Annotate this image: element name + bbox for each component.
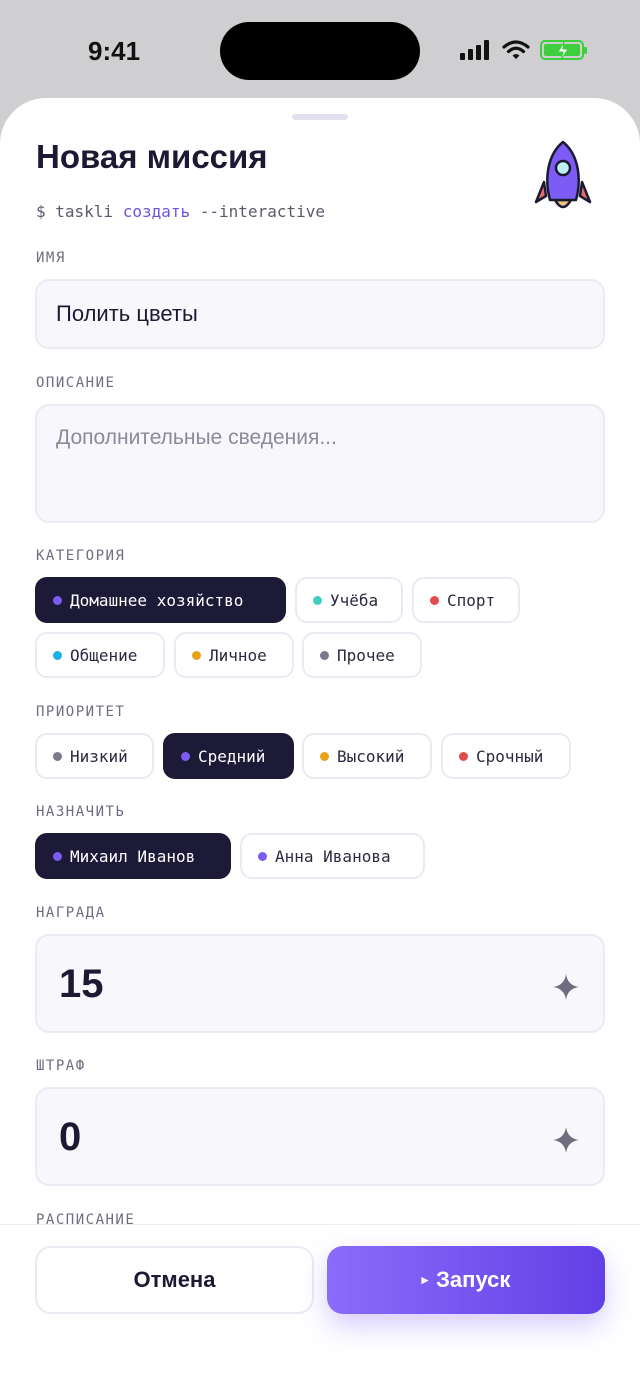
category-chip-sport[interactable]: Спорт <box>412 577 520 623</box>
status-bar: 9:41 <box>0 0 640 100</box>
wifi-icon <box>502 40 530 59</box>
new-mission-sheet: Новая миссия $ taskli создать --interact… <box>0 98 640 1391</box>
assignee-chip-mikhail[interactable]: Михаил Иванов <box>35 833 231 879</box>
penalty-value: 0 <box>59 1115 82 1159</box>
description-input[interactable]: Дополнительные сведения... <box>35 404 605 523</box>
cli-command: $ taskli создать --interactive <box>36 202 325 221</box>
cli-verb: создать <box>122 202 191 221</box>
page-title: Новая миссия <box>36 138 268 175</box>
play-icon: ▸ <box>421 1272 429 1287</box>
priority-chip-low[interactable]: Низкий <box>35 733 154 779</box>
sheet-handle[interactable] <box>292 114 348 120</box>
chip-label: Низкий <box>70 746 128 766</box>
priority-dot <box>320 751 329 761</box>
priority-label: ПРИОРИТЕТ <box>36 704 126 720</box>
category-dot <box>53 595 62 605</box>
footer-actions: Отмена ▸ Запуск <box>0 1224 640 1391</box>
assignee-label: НАЗНАЧИТЬ <box>36 804 126 820</box>
cancel-button[interactable]: Отмена <box>35 1246 314 1314</box>
chip-label: Михаил Иванов <box>70 846 196 866</box>
category-chip-study[interactable]: Учёба <box>295 577 403 623</box>
launch-button[interactable]: ▸ Запуск <box>327 1246 605 1314</box>
sparkle-icon <box>553 1127 579 1153</box>
chip-label: Анна Иванова <box>275 846 391 866</box>
status-icons <box>460 40 587 61</box>
priority-dot <box>53 751 62 761</box>
priority-chip-urgent[interactable]: Срочный <box>441 733 571 779</box>
chip-label: Учёба <box>330 590 379 610</box>
category-dot <box>320 650 329 660</box>
category-chip-other[interactable]: Прочее <box>302 632 422 678</box>
priority-chip-medium[interactable]: Средний <box>163 733 294 779</box>
chip-label: Общение <box>70 645 138 665</box>
dynamic-island <box>220 22 420 80</box>
signal-icon <box>460 40 489 60</box>
launch-label: Запуск <box>436 1267 511 1292</box>
description-placeholder: Дополнительные сведения... <box>56 426 337 449</box>
category-label: КАТЕГОРИЯ <box>36 548 126 564</box>
priority-dot <box>459 751 468 761</box>
name-value: Полить цветы <box>56 301 198 326</box>
name-label: ИМЯ <box>36 250 66 266</box>
penalty-label: ШТРАФ <box>36 1058 86 1074</box>
chip-label: Высокий <box>337 746 405 766</box>
category-dot <box>313 595 322 605</box>
cli-flag: --interactive <box>190 202 325 221</box>
chip-label: Средний <box>198 746 266 766</box>
chip-label: Прочее <box>337 645 395 665</box>
chip-label: Личное <box>209 645 267 665</box>
priority-chip-high[interactable]: Высокий <box>302 733 432 779</box>
category-dot <box>192 650 201 660</box>
battery-charging-icon <box>540 40 587 61</box>
status-time: 9:41 <box>88 36 141 66</box>
category-chip-household[interactable]: Домашнее хозяйство <box>35 577 286 623</box>
cli-prefix: $ taskli <box>36 202 123 221</box>
assignee-dot <box>258 851 267 861</box>
reward-input[interactable]: 15 <box>35 934 605 1033</box>
category-chip-social[interactable]: Общение <box>35 632 165 678</box>
reward-label: НАГРАДА <box>36 905 106 921</box>
category-dot <box>430 595 439 605</box>
chip-label: Домашнее хозяйство <box>70 590 244 610</box>
category-chip-personal[interactable]: Личное <box>174 632 294 678</box>
description-label: ОПИСАНИЕ <box>36 375 116 391</box>
priority-dot <box>181 751 190 761</box>
rocket-icon <box>534 140 592 209</box>
assignee-chip-anna[interactable]: Анна Иванова <box>240 833 425 879</box>
category-dot <box>53 650 62 660</box>
name-input[interactable]: Полить цветы <box>35 279 605 349</box>
chip-label: Срочный <box>476 746 544 766</box>
sparkle-icon <box>553 974 579 1000</box>
penalty-input[interactable]: 0 <box>35 1087 605 1186</box>
assignee-dot <box>53 851 62 861</box>
reward-value: 15 <box>59 962 104 1006</box>
chip-label: Спорт <box>447 590 496 610</box>
